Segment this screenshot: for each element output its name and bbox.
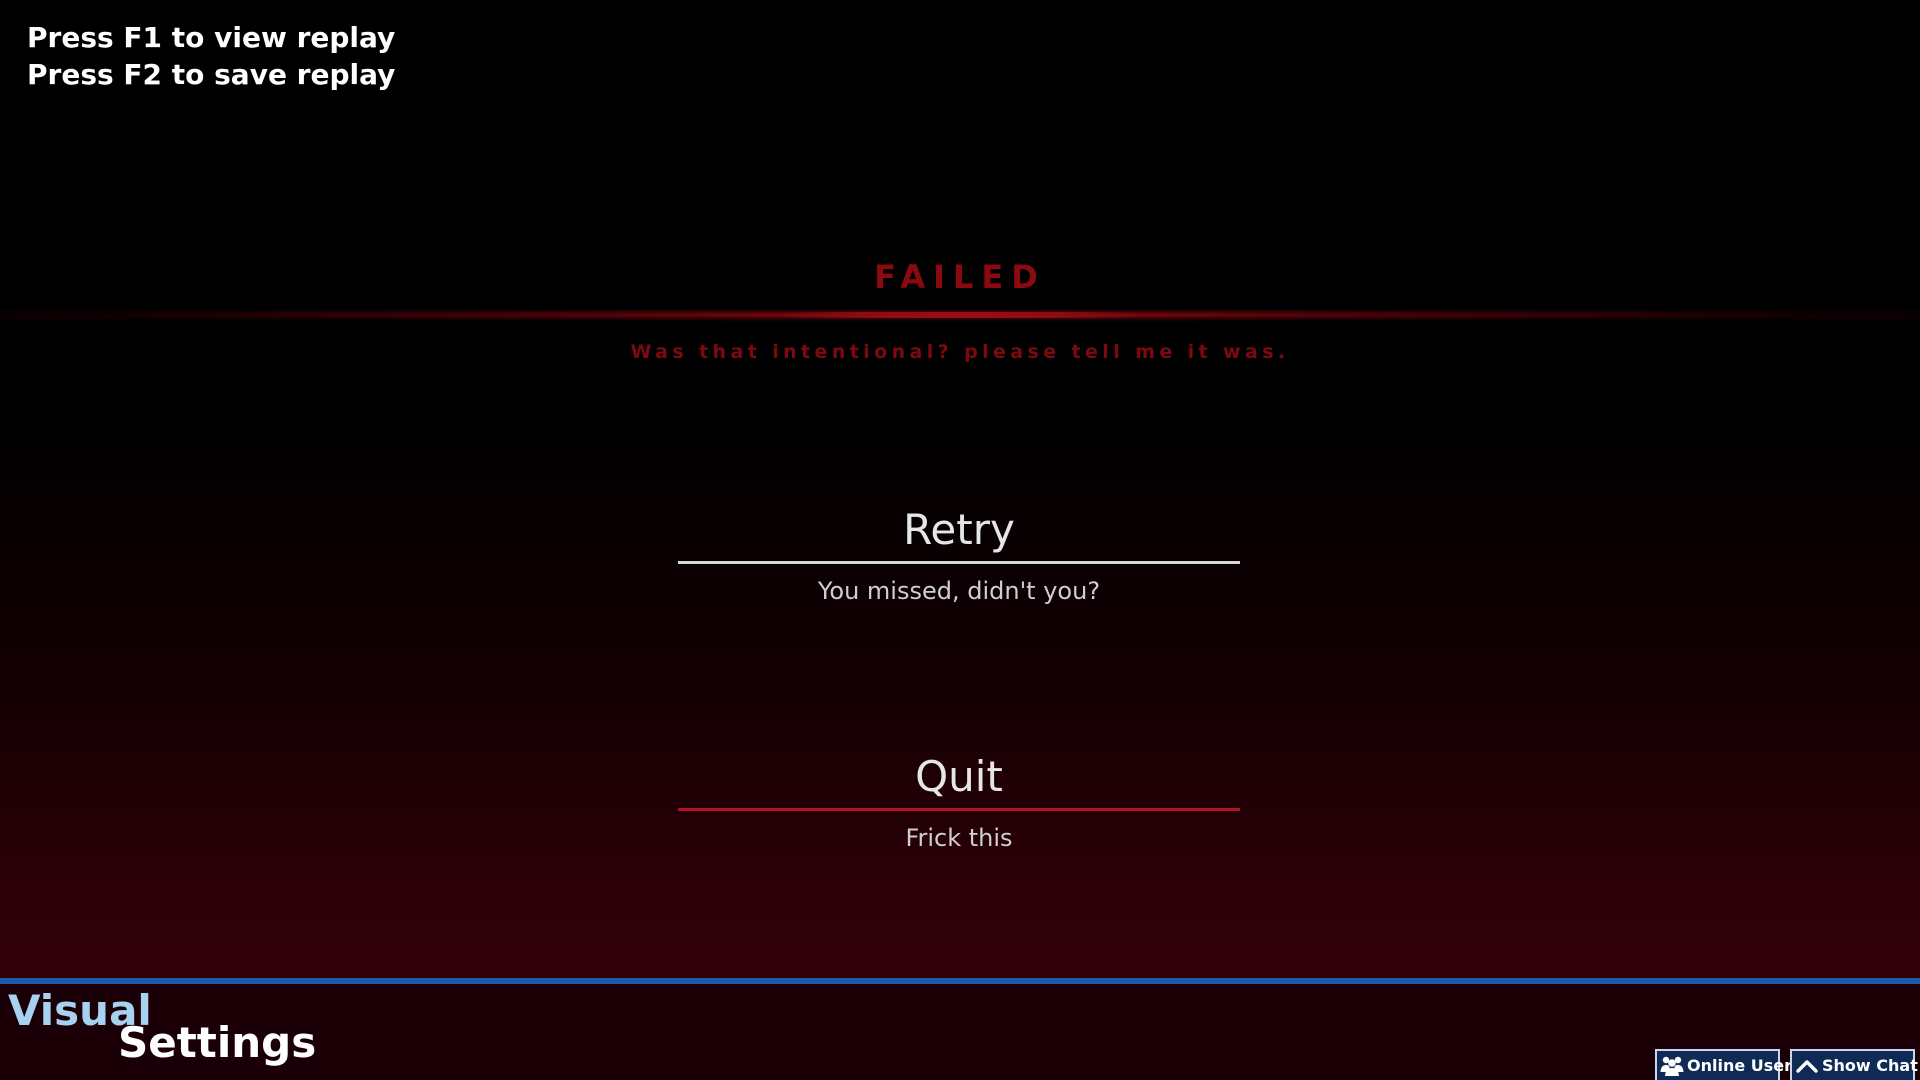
view-replay-hint: Press F1 to view replay xyxy=(27,21,396,54)
show-chat-button[interactable]: Show Chat xyxy=(1790,1049,1918,1080)
retry-underline xyxy=(678,561,1240,564)
retry-description: You missed, didn't you? xyxy=(817,577,1101,605)
quit-label: Quit xyxy=(915,752,1003,801)
quit-description: Frick this xyxy=(905,824,1013,852)
failed-divider-highlight xyxy=(780,312,1140,318)
show-chat-label: Show Chat xyxy=(1822,1056,1918,1075)
online-users-label: Online Users xyxy=(1687,1056,1802,1075)
failed-title: FAILED xyxy=(874,258,1046,296)
retry-button[interactable]: Retry You missed, didn't you? xyxy=(678,505,1240,606)
quit-underline xyxy=(678,808,1240,811)
failed-subtitle: Was that intentional? please tell me it … xyxy=(630,341,1290,363)
online-users-button[interactable]: Online Users xyxy=(1655,1049,1802,1080)
visual-settings-label-line2[interactable]: Settings xyxy=(118,1017,316,1069)
fail-screen: Press F1 to view replay Press F2 to save… xyxy=(0,0,1920,1080)
save-replay-hint: Press F2 to save replay xyxy=(27,58,396,91)
bottom-bar-accent-line xyxy=(0,978,1920,984)
users-icon xyxy=(1660,1056,1684,1076)
chevron-up-icon xyxy=(1796,1059,1818,1073)
retry-label: Retry xyxy=(903,505,1015,554)
quit-button[interactable]: Quit Frick this xyxy=(678,752,1240,853)
